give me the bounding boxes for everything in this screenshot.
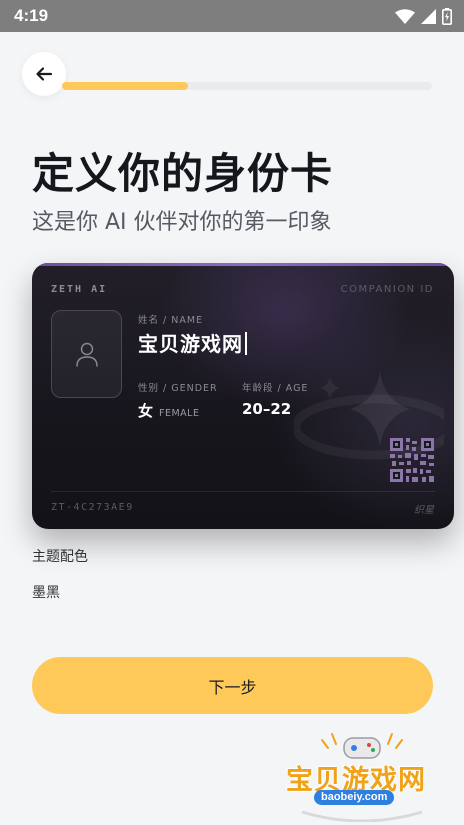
card-brand: ZETH AI xyxy=(51,284,108,295)
name-value: 宝贝游戏网 xyxy=(138,332,243,356)
status-bar: 4:19 xyxy=(0,0,464,32)
avatar-placeholder[interactable] xyxy=(51,310,122,398)
wifi-icon xyxy=(395,8,415,24)
status-time: 4:19 xyxy=(14,6,49,25)
gender-field[interactable]: 女 FEMALE xyxy=(138,400,199,421)
theme-option[interactable]: 墨黑 xyxy=(32,582,60,602)
name-input[interactable]: 宝贝游戏网 xyxy=(138,328,247,357)
signal-icon xyxy=(421,8,436,24)
card-signature: 织星 xyxy=(414,505,434,516)
watermark-logo: 宝贝游戏网 baobeiy.com xyxy=(282,730,442,822)
person-icon xyxy=(75,342,98,367)
next-button[interactable]: 下一步 xyxy=(32,657,433,714)
gender-value: 女 xyxy=(138,402,154,420)
card-accent-line xyxy=(32,263,454,266)
card-divider xyxy=(51,491,435,492)
theme-label: 主题配色 xyxy=(32,549,88,565)
age-value[interactable]: 20–22 xyxy=(242,400,291,418)
qr-code-icon[interactable] xyxy=(390,438,434,482)
card-code: ZT-4C273AE9 xyxy=(51,502,134,513)
progress-bar xyxy=(62,82,432,90)
gender-label: 性别 / GENDER xyxy=(138,383,218,394)
progress-fill xyxy=(62,82,188,90)
battery-icon xyxy=(442,7,452,25)
arrow-left-icon xyxy=(36,67,53,81)
name-label: 姓名 / NAME xyxy=(138,315,204,326)
identity-card: ZETH AI COMPANION ID 姓名 / NAME 宝贝游戏网 性别 … xyxy=(32,263,454,529)
watermark-url: baobeiy.com xyxy=(314,790,395,805)
page-title: 定义你的身份卡 xyxy=(32,149,334,198)
back-button[interactable] xyxy=(22,52,66,96)
status-icons xyxy=(395,7,452,25)
page-subtitle: 这是你 AI 伙伴对你的第一印象 xyxy=(32,210,332,235)
text-caret xyxy=(245,332,247,355)
gender-value-en: FEMALE xyxy=(159,408,200,419)
card-id-label: COMPANION ID xyxy=(340,284,434,295)
